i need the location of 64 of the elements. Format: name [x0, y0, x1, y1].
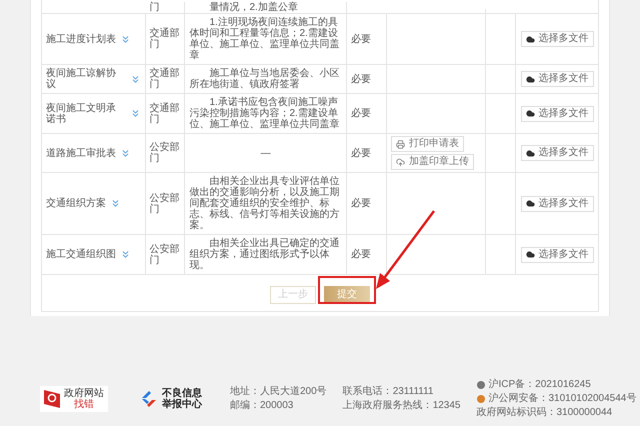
necessity-text: 必要	[350, 148, 371, 158]
requirement-text: 量情况，2.加盖公章	[208, 2, 299, 13]
department-text: 交通部门	[150, 28, 180, 50]
document-name: 施工交通组织图	[46, 249, 116, 260]
necessity-text: 必要	[350, 108, 371, 119]
document-name: 夜间施工文明承诺书	[46, 102, 117, 124]
requirement-text: 由相关企业出具已确定的交通组织方案，通过图纸形式予以体现。	[189, 238, 340, 271]
print-form-button[interactable]: 打印申请表	[390, 136, 464, 152]
department-text: 公安部门	[150, 192, 180, 214]
cloud-icon	[526, 109, 535, 118]
document-name: 施工进度计划表	[46, 34, 116, 44]
printer-icon	[396, 140, 405, 148]
select-files-button[interactable]: 选择多文件	[520, 196, 594, 212]
report-center-logo[interactable]: 不良信息 举报中心	[140, 388, 202, 410]
select-files-button[interactable]: 选择多文件	[520, 31, 594, 47]
logo-title: 不良信息	[162, 388, 202, 399]
necessity-text: 必要	[350, 34, 371, 44]
icp-text: 沪ICP备：2021016245	[488, 378, 591, 392]
expand-icon[interactable]	[120, 249, 131, 260]
necessity-text: 必要	[350, 74, 371, 84]
department-text: 公安部门	[150, 142, 180, 164]
cloud-icon	[526, 74, 535, 84]
department-text: 门	[150, 2, 160, 13]
cloud-icon	[526, 250, 535, 259]
logo-title: 政府网站	[64, 388, 104, 399]
address-text: 地址：人民大道200号	[230, 385, 327, 399]
expand-icon[interactable]	[130, 108, 141, 119]
document-name: 交通组织方案	[46, 198, 106, 209]
necessity-text: 必要	[350, 249, 371, 260]
police-badge-icon	[476, 395, 484, 403]
document-name: 夜间施工谅解协议	[46, 68, 117, 90]
stamp-upload-button[interactable]: 加盖印章上传	[390, 154, 474, 170]
arrows-icon	[140, 390, 158, 408]
cloud-icon	[526, 148, 535, 158]
hotline-text: 上海政府服务热线：12345	[342, 399, 460, 413]
expand-icon[interactable]	[130, 74, 141, 84]
select-files-button[interactable]: 选择多文件	[520, 106, 594, 122]
document-name: 道路施工审批表	[46, 148, 116, 158]
necessity-text: 必要	[350, 198, 371, 209]
select-files-button[interactable]: 选择多文件	[520, 246, 594, 262]
requirement-text: 1.注明现场夜间连续施工的具体时间和工程量等信息；2.需建设单位、施工单位、监理单位共同盖章	[189, 17, 340, 61]
requirement-text: 施工单位与当地居委会、小区所在地街道、镇政府签署	[189, 68, 340, 90]
expand-icon[interactable]	[120, 148, 131, 158]
requirement-text: —	[260, 148, 272, 158]
select-files-button[interactable]: 选择多文件	[520, 145, 594, 161]
logo-subtitle: 举报中心	[162, 399, 202, 410]
requirement-text: 1.承诺书应包含夜间施工噪声污染控制措施等内容；2.需建设单位、施工单位、监理单位共同盖章	[189, 97, 340, 130]
department-text: 交通部门	[150, 68, 180, 90]
upload-icon	[396, 158, 405, 166]
postcode-text: 邮编：200003	[230, 399, 294, 413]
expand-icon[interactable]	[120, 34, 131, 44]
cloud-icon	[526, 34, 535, 44]
select-files-button[interactable]: 选择多文件	[520, 71, 594, 87]
cloud-icon	[526, 199, 535, 208]
requirement-text: 由相关企业出具专业评估单位做出的交通影响分析，以及施工期间配套交通组织的安全维护、标志、标线、信号灯等相关设施的方案。	[189, 176, 340, 231]
expand-icon[interactable]	[110, 198, 121, 209]
department-text: 公安部门	[150, 244, 180, 266]
phone-text: 联系电话：23111111	[342, 385, 434, 399]
icp-badge-icon	[476, 381, 484, 389]
department-text: 交通部门	[150, 102, 180, 124]
logo-subtitle: 找错	[74, 399, 94, 410]
site-code-text: 政府网站标识码：3100000044	[476, 406, 614, 420]
error-report-logo[interactable]: 政府网站 找错	[40, 386, 108, 412]
police-record-text: 沪公网安备：31010102004544号	[488, 392, 636, 406]
